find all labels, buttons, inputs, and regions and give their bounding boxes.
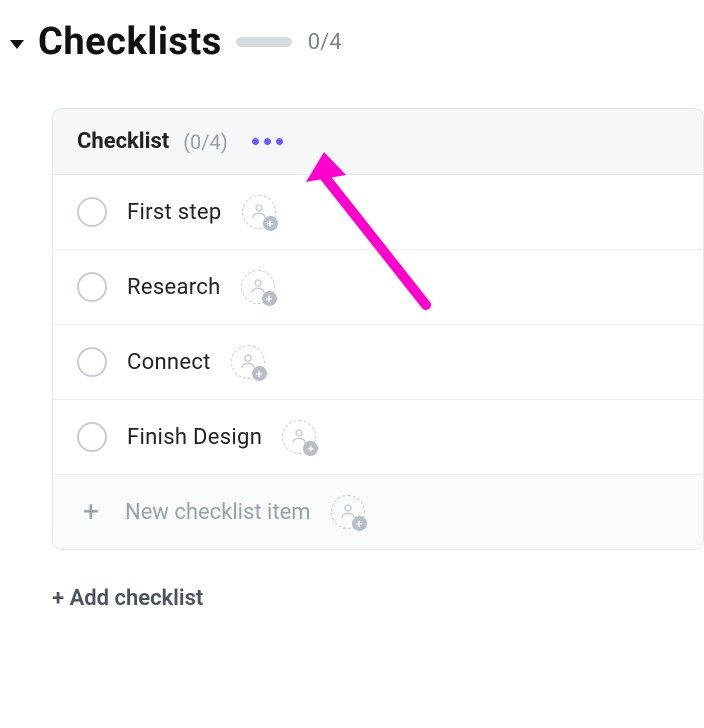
check-circle-icon[interactable]: [77, 272, 107, 302]
checklist-card: Checklist (0/4) First step + Research + …: [52, 108, 704, 550]
assignee-add-icon[interactable]: +: [282, 420, 316, 454]
check-circle-icon[interactable]: [77, 197, 107, 227]
item-label[interactable]: Connect: [127, 350, 211, 375]
assignee-add-icon[interactable]: +: [242, 195, 276, 229]
checklist-item[interactable]: Connect +: [53, 325, 703, 400]
collapse-caret-icon[interactable]: [10, 40, 24, 49]
section-title: Checklists: [38, 20, 222, 64]
checklist-header: Checklist (0/4): [53, 109, 703, 175]
progress-bar: [236, 37, 292, 47]
new-checklist-item-row[interactable]: + New checklist item +: [53, 475, 703, 549]
checklist-name[interactable]: Checklist: [77, 129, 169, 154]
assignee-add-icon[interactable]: +: [241, 270, 275, 304]
more-options-icon[interactable]: [248, 134, 287, 149]
checklist-item[interactable]: Research +: [53, 250, 703, 325]
new-item-placeholder[interactable]: New checklist item: [125, 500, 311, 525]
plus-icon: +: [77, 498, 105, 526]
item-label[interactable]: Finish Design: [127, 425, 262, 450]
item-label[interactable]: Research: [127, 275, 221, 300]
checklist-item[interactable]: Finish Design +: [53, 400, 703, 475]
checklist-item[interactable]: First step +: [53, 175, 703, 250]
check-circle-icon[interactable]: [77, 347, 107, 377]
assignee-add-icon[interactable]: +: [231, 345, 265, 379]
section-header: Checklists 0/4: [0, 20, 704, 64]
add-checklist-button[interactable]: + Add checklist: [52, 586, 203, 611]
section-counter: 0/4: [308, 30, 342, 55]
checklist-count: (0/4): [183, 130, 228, 154]
check-circle-icon[interactable]: [77, 422, 107, 452]
assignee-add-icon[interactable]: +: [331, 495, 365, 529]
item-label[interactable]: First step: [127, 200, 222, 225]
